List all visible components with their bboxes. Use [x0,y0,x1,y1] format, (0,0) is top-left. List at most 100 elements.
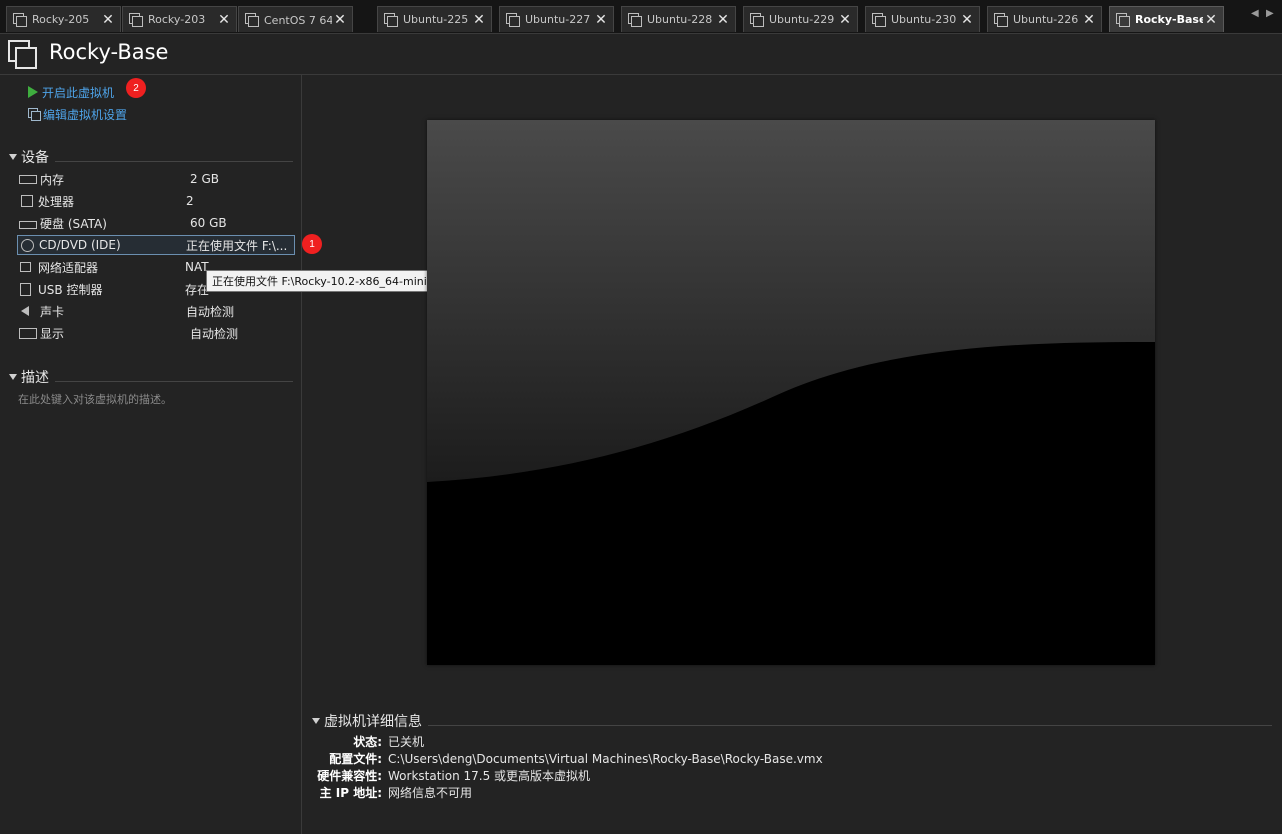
devices-header-label: 设备 [21,150,49,166]
sound-card-icon [21,306,29,316]
tab-label: CentOS 7 64 位 [264,13,332,27]
vm-tab-icon [384,12,398,27]
detail-value: Workstation 17.5 或更高版本虚拟机 [388,769,591,783]
vm-tab-icon [994,12,1008,27]
collapse-icon [312,718,320,724]
tab-label: Rocky-Base [1135,13,1203,26]
tab-ubuntu-229[interactable]: Ubuntu-229 ✕ [743,6,858,32]
collapse-icon [9,374,17,380]
details-header-label: 虚拟机详细信息 [324,714,422,730]
vm-preview-graphic [427,120,1155,665]
detail-key: 硬件兼容性: [317,769,382,783]
close-icon[interactable]: ✕ [332,12,348,28]
vm-tab-icon [506,12,520,27]
cpu-icon [21,195,33,207]
device-value: 正在使用文件 F:\... [186,238,288,253]
device-name: 显示 [40,326,65,341]
detail-value: C:\Users\deng\Documents\Virtual Machines… [388,751,823,766]
tab-scroll-right-icon[interactable]: ▶ [1266,8,1274,19]
close-icon[interactable]: ✕ [837,12,853,28]
vm-details-header[interactable]: 虚拟机详细信息 [312,712,1272,730]
detail-value: 网络信息不可用 [388,786,473,800]
description-input[interactable]: 在此处键入对该虚拟机的描述。 [18,391,172,407]
device-value: 2 GB [190,172,219,186]
description-section-header[interactable]: 描述 [9,368,293,386]
tab-rocky-203[interactable]: Rocky-203 ✕ [122,6,237,32]
device-name: 硬盘 (SATA) [40,216,107,231]
tab-label: Rocky-203 [148,13,206,26]
edit-vm-settings-button[interactable]: 编辑虚拟机设置 [28,105,127,123]
close-icon[interactable]: ✕ [100,12,116,28]
close-icon[interactable]: ✕ [216,12,232,28]
detail-value: 已关机 [388,735,425,749]
close-icon[interactable]: ✕ [1081,12,1097,28]
device-name: 网络适配器 [38,260,99,275]
detail-row-primary-ip: 主 IP 地址: 网络信息不可用 [306,784,472,801]
display-icon [19,327,37,339]
device-row-cpu[interactable]: 处理器 2 [17,191,295,211]
tab-centos-7[interactable]: CentOS 7 64 位 ✕ [238,6,353,32]
virtual-machine-icon [8,40,37,69]
vm-tab-icon [872,12,886,27]
left-panel: 开启此虚拟机 2 编辑虚拟机设置 设备 内存 2 GB 处理器 2 硬盘 (SA… [0,75,322,834]
collapse-icon [9,154,17,160]
power-on-label: 开启此虚拟机 [42,85,115,100]
tab-bar: Rocky-205 ✕ Rocky-203 ✕ CentOS 7 64 位 ✕ … [0,0,1282,34]
close-icon[interactable]: ✕ [715,12,731,28]
tab-scroll-left-icon[interactable]: ◀ [1251,8,1259,19]
detail-key: 主 IP 地址: [319,786,382,800]
device-row-display[interactable]: 显示 自动检测 [17,323,295,343]
detail-row-hardware-compat: 硬件兼容性: Workstation 17.5 或更高版本虚拟机 [306,767,590,784]
tab-rocky-205[interactable]: Rocky-205 ✕ [6,6,121,32]
vm-preview-thumbnail[interactable] [427,120,1155,665]
tab-ubuntu-230[interactable]: Ubuntu-230 ✕ [865,6,980,32]
device-row-cd-dvd[interactable]: CD/DVD (IDE) 正在使用文件 F:\... [17,235,295,255]
step-badge: 2 [126,78,146,98]
vm-title-bar: Rocky-Base [0,34,1282,75]
close-icon[interactable]: ✕ [959,12,975,28]
tab-label: Ubuntu-228 [647,13,713,26]
detail-row-config-file: 配置文件: C:\Users\deng\Documents\Virtual Ma… [306,750,823,767]
close-icon[interactable]: ✕ [471,12,487,28]
tab-ubuntu-225[interactable]: Ubuntu-225 ✕ [377,6,492,32]
usb-icon [20,282,31,296]
tab-ubuntu-228[interactable]: Ubuntu-228 ✕ [621,6,736,32]
tab-ubuntu-226[interactable]: Ubuntu-226 ✕ [987,6,1102,32]
settings-icon [28,108,41,121]
vm-tab-icon [1116,12,1130,27]
device-value: 2 [186,194,194,208]
tab-label: Ubuntu-229 [769,13,835,26]
tab-label: Ubuntu-226 [1013,13,1079,26]
device-row-memory[interactable]: 内存 2 GB [17,169,295,189]
power-on-vm-button[interactable]: 开启此虚拟机 [28,83,114,101]
device-row-hard-disk[interactable]: 硬盘 (SATA) 60 GB [17,213,295,233]
close-icon[interactable]: ✕ [1203,12,1219,28]
device-row-sound-card[interactable]: 声卡 自动检测 [17,301,295,321]
device-value: 60 GB [190,216,227,230]
page-title: Rocky-Base [49,40,169,64]
tab-rocky-base[interactable]: Rocky-Base ✕ [1109,6,1224,32]
divider [55,380,293,382]
device-name: CD/DVD (IDE) [39,238,121,252]
close-icon[interactable]: ✕ [593,12,609,28]
vm-tab-icon [13,12,27,27]
device-name: 处理器 [38,194,75,209]
vm-tab-icon [129,12,143,27]
divider [428,724,1272,726]
divider [55,160,293,162]
tab-label: Ubuntu-225 [403,13,469,26]
edit-settings-label: 编辑虚拟机设置 [43,107,128,122]
hard-disk-icon [19,221,37,229]
tab-label: Ubuntu-227 [525,13,591,26]
device-value: 自动检测 [190,326,239,341]
cd-dvd-icon [21,238,34,252]
tab-label: Rocky-205 [32,13,90,26]
devices-section-header[interactable]: 设备 [9,148,293,166]
device-value: 自动检测 [186,304,235,319]
play-icon [28,86,38,98]
device-name: 内存 [40,172,65,187]
device-name: USB 控制器 [38,282,103,297]
tab-ubuntu-227[interactable]: Ubuntu-227 ✕ [499,6,614,32]
vm-tab-icon [750,12,764,27]
description-header-label: 描述 [21,370,49,386]
